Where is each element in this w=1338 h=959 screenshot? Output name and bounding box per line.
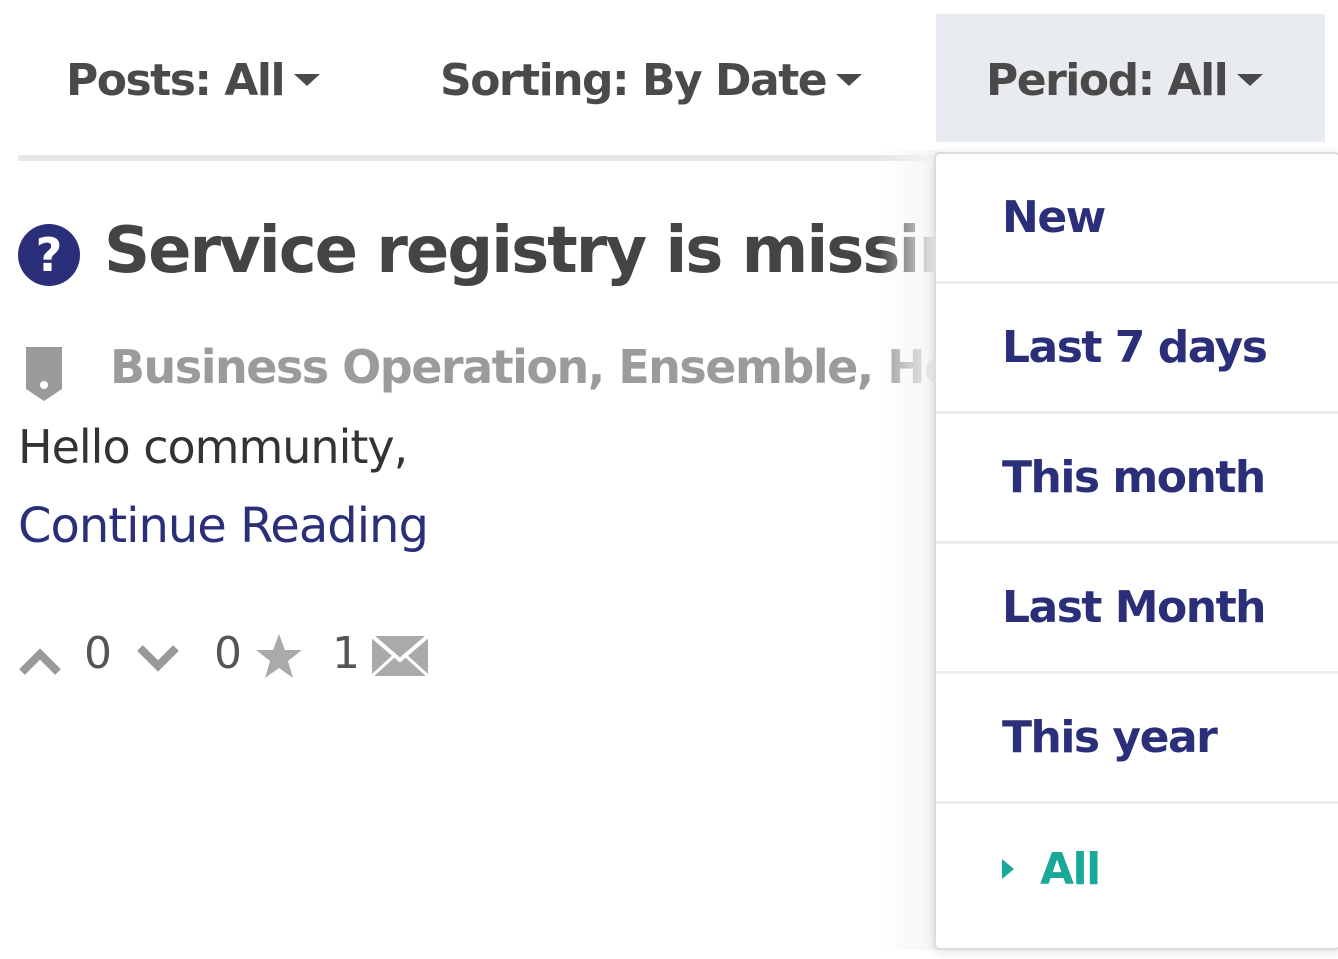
chevron-down-icon[interactable] xyxy=(136,644,180,674)
question-circle-icon: ? xyxy=(18,224,80,286)
posts-filter-label: Posts: xyxy=(66,54,212,106)
posts-filter[interactable]: Posts: All xyxy=(66,52,321,108)
caret-down-icon xyxy=(836,74,863,86)
period-option-this-month[interactable]: This month xyxy=(936,414,1338,544)
period-option-this-year[interactable]: This year xyxy=(936,674,1338,804)
period-filter-label: Period: xyxy=(986,54,1155,106)
period-option-all[interactable]: All xyxy=(936,804,1338,934)
caret-down-icon xyxy=(1237,74,1264,86)
selected-caret-icon xyxy=(1002,859,1014,879)
star-icon[interactable] xyxy=(254,632,304,680)
sorting-filter-value: By Date xyxy=(641,54,828,106)
period-filter[interactable]: Period: All xyxy=(986,52,1264,108)
bookmark-count: 1 xyxy=(332,628,360,679)
tag-icon xyxy=(26,347,62,401)
period-option-last-7-days[interactable]: Last 7 days xyxy=(936,284,1338,414)
sorting-filter-label: Sorting: xyxy=(440,54,630,106)
continue-reading-link[interactable]: Continue Reading xyxy=(18,498,429,554)
period-dropdown-menu: New Last 7 days This month Last Month Th… xyxy=(934,152,1338,950)
period-option-new[interactable]: New xyxy=(936,154,1338,284)
dropdown-shadow xyxy=(878,150,938,950)
upvote-count: 0 xyxy=(84,628,112,679)
post-tags[interactable]: Business Operation, Ensemble, Hea xyxy=(110,340,985,394)
posts-filter-value: All xyxy=(224,54,285,106)
downvote-count: 0 xyxy=(214,628,242,679)
envelope-icon[interactable] xyxy=(370,632,430,678)
post-excerpt: Hello community, xyxy=(18,420,408,474)
caret-down-icon xyxy=(294,74,321,86)
period-option-last-month[interactable]: Last Month xyxy=(936,544,1338,674)
sorting-filter[interactable]: Sorting: By Date xyxy=(440,52,863,108)
period-filter-value: All xyxy=(1167,54,1229,106)
post-title[interactable]: Service registry is missing xyxy=(104,214,1008,288)
chevron-up-icon[interactable] xyxy=(18,646,62,676)
filter-divider xyxy=(18,155,938,161)
